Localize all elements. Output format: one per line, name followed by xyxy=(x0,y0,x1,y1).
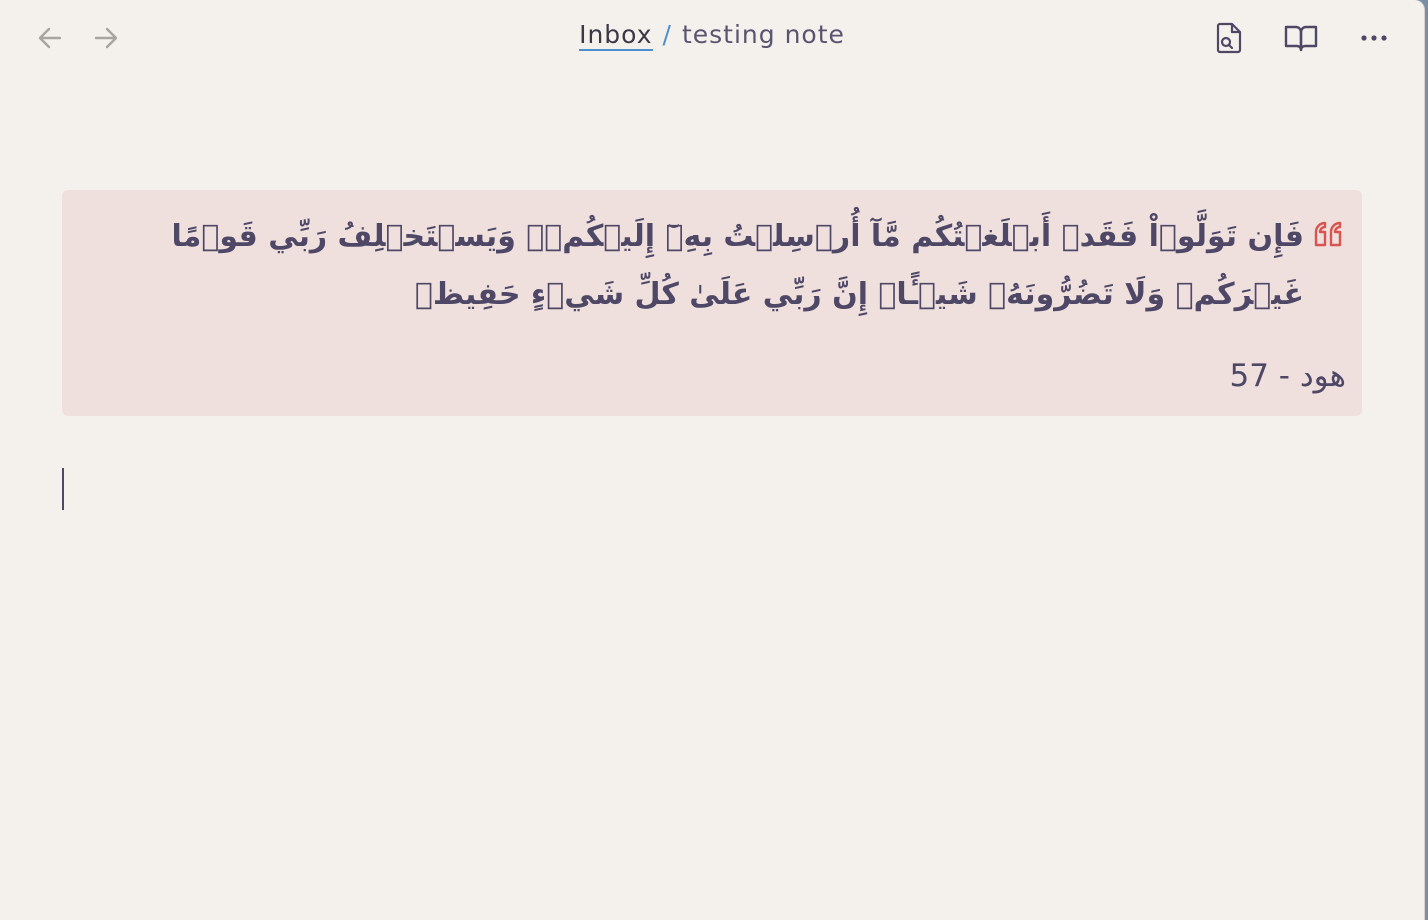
quote-reference: هود - 57 xyxy=(1229,358,1346,394)
arrow-left-icon xyxy=(38,27,62,49)
search-file-button[interactable] xyxy=(1209,20,1249,56)
title-bar: Inbox / testing note xyxy=(0,0,1424,76)
arrow-right-icon xyxy=(94,27,118,49)
more-options-button[interactable] xyxy=(1354,20,1394,56)
text-cursor xyxy=(62,468,64,510)
note-window: Inbox / testing note فَإِن تَوَلَّوۡاْ ف… xyxy=(0,0,1425,920)
breadcrumb-folder-link[interactable]: Inbox xyxy=(579,20,653,51)
quote-icon xyxy=(1312,218,1346,250)
search-file-icon xyxy=(1216,22,1242,54)
more-options-icon xyxy=(1361,35,1387,41)
note-title[interactable]: testing note xyxy=(682,20,845,49)
quote-callout[interactable]: فَإِن تَوَلَّوۡاْ فَقَدۡ أَبۡلَغۡتُكُم م… xyxy=(62,190,1362,416)
quote-verse-text: فَإِن تَوَلَّوۡاْ فَقَدۡ أَبۡلَغۡتُكُم م… xyxy=(171,219,1304,312)
breadcrumb-separator: / xyxy=(662,20,672,49)
reading-view-icon xyxy=(1284,25,1318,52)
forward-button[interactable] xyxy=(90,22,122,54)
back-button[interactable] xyxy=(34,22,66,54)
reading-view-button[interactable] xyxy=(1281,20,1321,56)
